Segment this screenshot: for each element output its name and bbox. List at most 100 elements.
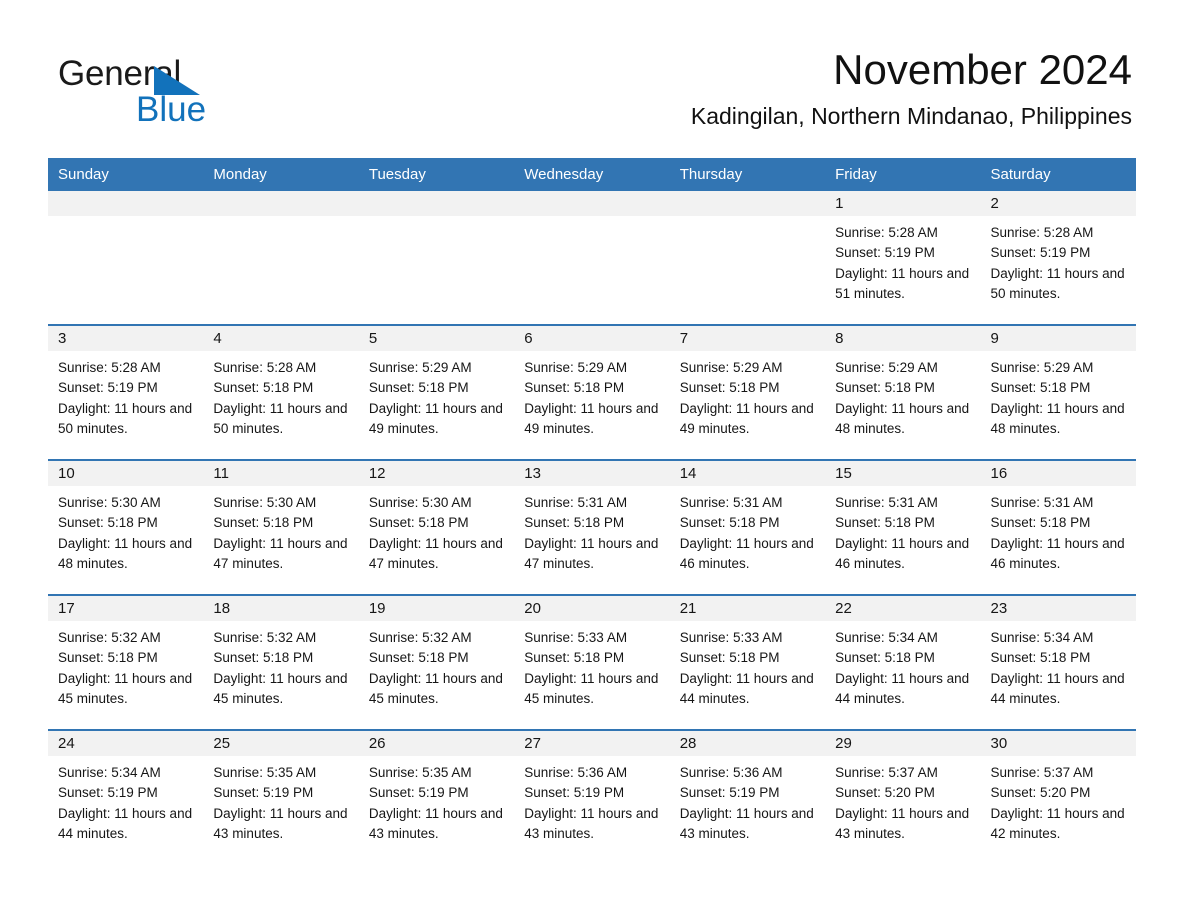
sunset-text: Sunset: 5:18 PM xyxy=(679,515,780,531)
calendar-day-cell[interactable]: 30 Sunrise: 5:37 AM Sunset: 5:20 PM Dayligh… xyxy=(980,729,1136,864)
day-number: 13 xyxy=(514,461,670,486)
page-header: General Blue November 2024 Kadingilan, N… xyxy=(48,44,1140,154)
calendar-day-cell[interactable]: 5 Sunrise: 5:29 AM Sunset: 5:18 PM Daylight… xyxy=(358,324,515,460)
day-details: Sunrise: 5:35 AM Sunset: 5:19 PM Daylight:… xyxy=(203,756,358,844)
calendar-week-row: 3 Sunrise: 5:28 AM Sunset: 5:19 PM Daylight… xyxy=(48,324,1136,460)
calendar-day-cell[interactable]: 1 Sunrise: 5:28 AM Sunset: 5:19 PM Daylight… xyxy=(825,191,981,325)
sunrise-text: Sunrise: 5:32 AM xyxy=(213,630,317,645)
sunrise-text: Sunrise: 5:33 AM xyxy=(679,630,783,645)
day-number: 15 xyxy=(825,461,981,486)
calendar-day-cell[interactable]: 7 Sunrise: 5:29 AM Sunset: 5:18 PM Daylight… xyxy=(669,324,826,460)
calendar-day-cell[interactable]: 24 Sunrise: 5:34 AM Sunset: 5:19 PM Dayligh… xyxy=(48,729,204,864)
sunset-text: Sunset: 5:18 PM xyxy=(213,515,314,531)
day-details: Sunrise: 5:28 AM Sunset: 5:18 PM Daylight:… xyxy=(203,351,358,439)
day-number: 16 xyxy=(980,461,1136,486)
calendar-day-cell[interactable]: 27 Sunrise: 5:36 AM Sunset: 5:19 PM Dayligh… xyxy=(514,729,670,864)
calendar-day-cell[interactable]: 25 Sunrise: 5:35 AM Sunset: 5:19 PM Dayligh… xyxy=(203,729,359,864)
logo-text-blue: Blue xyxy=(136,90,207,129)
calendar-day-cell[interactable]: 3 Sunrise: 5:28 AM Sunset: 5:19 PM Daylight… xyxy=(48,324,204,460)
sunset-text: Sunset: 5:18 PM xyxy=(524,650,625,666)
calendar-day-cell[interactable]: 13 Sunrise: 5:31 AM Sunset: 5:18 PM Dayligh… xyxy=(514,459,670,595)
day-number: 24 xyxy=(48,731,204,756)
day-details: Sunrise: 5:34 AM Sunset: 5:19 PM Daylight:… xyxy=(48,756,203,844)
weekday-header-wednesday: Wednesday xyxy=(514,158,670,191)
daylight-text: Daylight: 11 hours and 51 minutes. xyxy=(835,265,970,301)
daylight-text: Daylight: 11 hours and 46 minutes. xyxy=(835,535,970,571)
calendar-day-cell[interactable]: 26 Sunrise: 5:35 AM Sunset: 5:19 PM Dayligh… xyxy=(358,729,515,864)
sunset-text: Sunset: 5:18 PM xyxy=(835,515,935,531)
day-number: 3 xyxy=(48,326,204,351)
day-details: Sunrise: 5:28 AM Sunset: 5:19 PM Daylight:… xyxy=(825,216,980,304)
sunrise-text: Sunrise: 5:31 AM xyxy=(679,495,783,510)
calendar-week-row: 24 Sunrise: 5:34 AM Sunset: 5:19 PM Dayligh… xyxy=(48,729,1136,864)
day-number: 22 xyxy=(825,596,981,621)
sunset-text: Sunset: 5:18 PM xyxy=(990,515,1091,531)
day-number: 8 xyxy=(825,326,981,351)
weekday-header-saturday: Saturday xyxy=(980,158,1136,191)
sunset-text: Sunset: 5:18 PM xyxy=(368,515,469,531)
daylight-text: Daylight: 11 hours and 44 minutes. xyxy=(835,670,970,706)
day-details: Sunrise: 5:37 AM Sunset: 5:20 PM Daylight:… xyxy=(825,756,980,844)
calendar-day-cell[interactable]: 10 Sunrise: 5:30 AM Sunset: 5:18 PM Dayligh… xyxy=(48,459,204,595)
calendar-day-cell[interactable]: 4 Sunrise: 5:28 AM Sunset: 5:18 PM Daylight… xyxy=(203,324,359,460)
day-number: 20 xyxy=(514,596,670,621)
sunrise-text: Sunrise: 5:29 AM xyxy=(835,360,938,375)
calendar-day-cell-empty xyxy=(358,191,515,325)
calendar-day-cell[interactable]: 17 Sunrise: 5:32 AM Sunset: 5:18 PM Dayligh… xyxy=(48,594,204,730)
calendar-week-row: 10 Sunrise: 5:30 AM Sunset: 5:18 PM Dayligh… xyxy=(48,459,1136,595)
sunset-text: Sunset: 5:18 PM xyxy=(368,650,469,666)
daylight-text: Daylight: 11 hours and 43 minutes. xyxy=(524,805,659,841)
calendar-day-cell-empty xyxy=(203,191,359,325)
day-details: Sunrise: 5:30 AM Sunset: 5:18 PM Daylight:… xyxy=(203,486,358,574)
calendar-day-cell[interactable]: 14 Sunrise: 5:31 AM Sunset: 5:18 PM Dayligh… xyxy=(669,459,826,595)
calendar-day-cell-empty xyxy=(514,191,670,325)
calendar-day-cell[interactable]: 29 Sunrise: 5:37 AM Sunset: 5:20 PM Dayligh… xyxy=(825,729,981,864)
sunrise-text: Sunrise: 5:35 AM xyxy=(213,765,317,780)
day-details: Sunrise: 5:36 AM Sunset: 5:19 PM Daylight:… xyxy=(670,756,825,844)
day-number: 26 xyxy=(358,731,515,756)
sunrise-text: Sunrise: 5:34 AM xyxy=(58,765,161,780)
day-details: Sunrise: 5:28 AM Sunset: 5:19 PM Daylight:… xyxy=(48,351,203,439)
day-details: Sunrise: 5:37 AM Sunset: 5:20 PM Daylight:… xyxy=(981,756,1136,844)
day-details: Sunrise: 5:34 AM Sunset: 5:18 PM Daylight:… xyxy=(981,621,1136,709)
weekday-header-monday: Monday xyxy=(203,158,359,191)
day-number: 29 xyxy=(825,731,981,756)
sunset-text: Sunset: 5:18 PM xyxy=(990,380,1091,396)
daylight-text: Daylight: 11 hours and 48 minutes. xyxy=(835,400,970,436)
calendar-week-row: 17 Sunrise: 5:32 AM Sunset: 5:18 PM Dayligh… xyxy=(48,594,1136,730)
daylight-text: Daylight: 11 hours and 42 minutes. xyxy=(990,805,1125,841)
sunset-text: Sunset: 5:19 PM xyxy=(679,785,780,801)
day-details: Sunrise: 5:32 AM Sunset: 5:18 PM Daylight:… xyxy=(203,621,358,709)
calendar-day-cell[interactable]: 23 Sunrise: 5:34 AM Sunset: 5:18 PM Dayligh… xyxy=(980,594,1136,730)
calendar-body: 1 Sunrise: 5:28 AM Sunset: 5:19 PM Daylight… xyxy=(48,191,1136,864)
day-details: Sunrise: 5:29 AM Sunset: 5:18 PM Daylight:… xyxy=(981,351,1136,439)
sunrise-text: Sunrise: 5:29 AM xyxy=(990,360,1094,375)
calendar-day-cell[interactable]: 19 Sunrise: 5:32 AM Sunset: 5:18 PM Dayligh… xyxy=(358,594,515,730)
calendar-day-cell[interactable]: 16 Sunrise: 5:31 AM Sunset: 5:18 PM Dayligh… xyxy=(980,459,1136,595)
calendar-day-cell[interactable]: 6 Sunrise: 5:29 AM Sunset: 5:18 PM Daylight… xyxy=(514,324,670,460)
day-number xyxy=(358,191,515,216)
calendar-day-cell[interactable]: 2 Sunrise: 5:28 AM Sunset: 5:19 PM Daylight… xyxy=(980,191,1136,325)
day-number xyxy=(203,191,359,216)
calendar-day-cell[interactable]: 21 Sunrise: 5:33 AM Sunset: 5:18 PM Dayligh… xyxy=(669,594,826,730)
daylight-text: Daylight: 11 hours and 47 minutes. xyxy=(524,535,659,571)
calendar-day-cell[interactable]: 11 Sunrise: 5:30 AM Sunset: 5:18 PM Dayligh… xyxy=(203,459,359,595)
calendar-day-cell[interactable]: 8 Sunrise: 5:29 AM Sunset: 5:18 PM Daylight… xyxy=(825,324,981,460)
sunrise-text: Sunrise: 5:28 AM xyxy=(58,360,161,375)
day-details: Sunrise: 5:34 AM Sunset: 5:18 PM Daylight:… xyxy=(825,621,980,709)
day-number: 30 xyxy=(980,731,1136,756)
calendar-day-cell[interactable]: 22 Sunrise: 5:34 AM Sunset: 5:18 PM Dayligh… xyxy=(825,594,981,730)
sunset-text: Sunset: 5:19 PM xyxy=(58,785,158,801)
calendar-day-cell[interactable]: 18 Sunrise: 5:32 AM Sunset: 5:18 PM Dayligh… xyxy=(203,594,359,730)
day-number: 27 xyxy=(514,731,670,756)
calendar-day-cell[interactable]: 9 Sunrise: 5:29 AM Sunset: 5:18 PM Daylight… xyxy=(980,324,1136,460)
calendar-day-cell[interactable]: 28 Sunrise: 5:36 AM Sunset: 5:19 PM Dayligh… xyxy=(669,729,826,864)
day-details: Sunrise: 5:32 AM Sunset: 5:18 PM Daylight:… xyxy=(48,621,203,709)
sunset-text: Sunset: 5:20 PM xyxy=(835,785,935,801)
calendar-day-cell[interactable]: 12 Sunrise: 5:30 AM Sunset: 5:18 PM Dayligh… xyxy=(358,459,515,595)
day-number: 9 xyxy=(980,326,1136,351)
calendar-day-cell[interactable]: 15 Sunrise: 5:31 AM Sunset: 5:18 PM Dayligh… xyxy=(825,459,981,595)
day-details: Sunrise: 5:28 AM Sunset: 5:19 PM Daylight:… xyxy=(981,216,1136,304)
calendar-day-cell[interactable]: 20 Sunrise: 5:33 AM Sunset: 5:18 PM Dayligh… xyxy=(514,594,670,730)
daylight-text: Daylight: 11 hours and 44 minutes. xyxy=(990,670,1125,706)
